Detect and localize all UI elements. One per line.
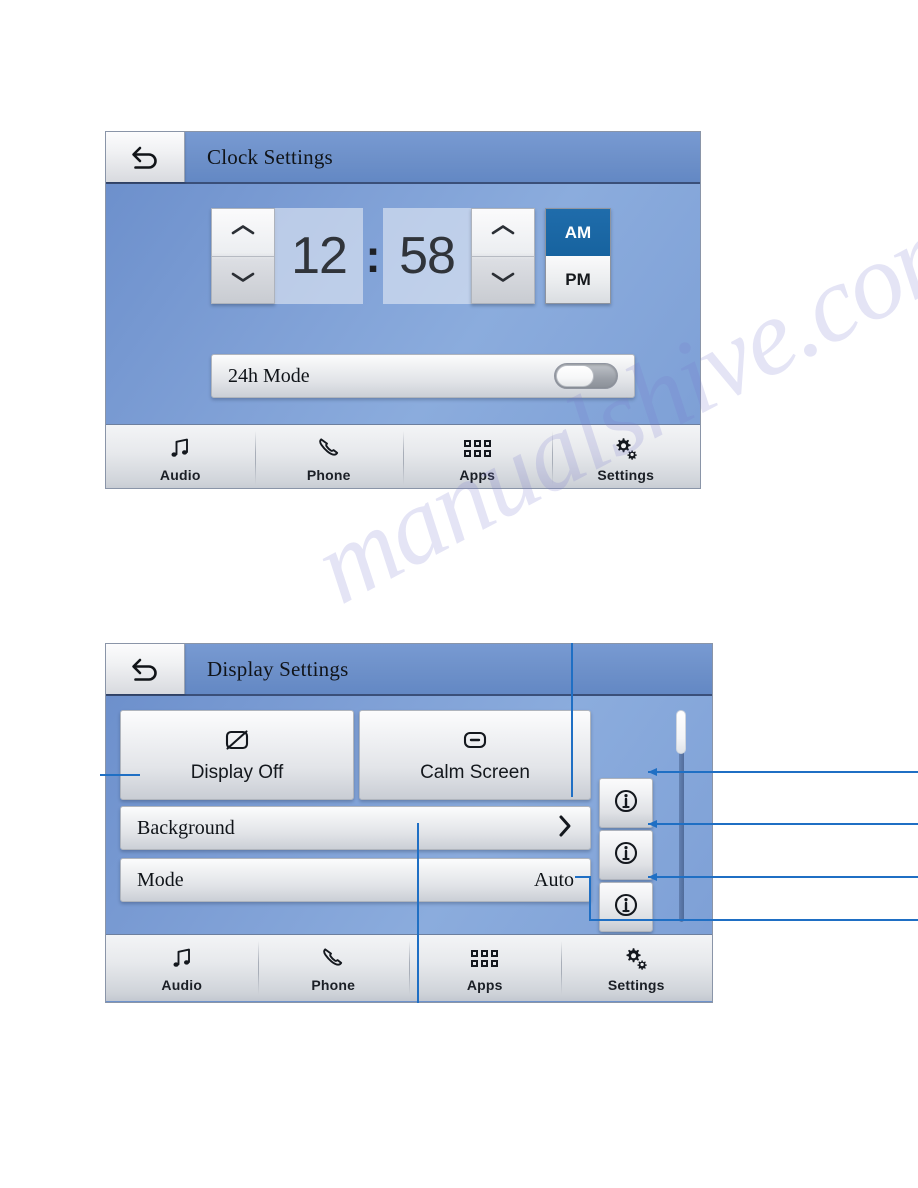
info-button-mode[interactable] [599,882,653,932]
nav-item-apps[interactable]: Apps [403,425,552,488]
back-button[interactable] [106,644,185,694]
am-pm-selector[interactable]: AM PM [545,208,611,304]
row-background-label: Background [137,816,235,839]
apps-grid-icon [471,944,499,974]
row-24h-mode-label: 24h Mode [228,364,310,387]
clock-settings-screenshot: Clock Settings 12 : 58 AM PM 24h Mode Au… [105,131,701,489]
music-note-icon [167,434,193,464]
nav-item-settings[interactable]: Settings [560,935,713,1001]
toggle-knob [556,365,594,387]
row-24h-mode[interactable]: 24h Mode [211,354,635,398]
gears-icon [622,944,650,974]
tile-display-off[interactable]: Display Off [120,710,354,800]
nav-item-phone[interactable]: Phone [257,935,410,1001]
nav-item-apps[interactable]: Apps [409,935,561,1001]
display-bottom-nav: Audio Phone Apps Settings [106,934,712,1001]
display-off-icon [222,727,252,758]
row-mode[interactable]: Mode Auto [120,858,591,902]
back-arrow-icon [128,143,162,171]
tile-calm-screen[interactable]: Calm Screen [359,710,591,800]
info-icon [613,788,639,819]
minute-stepper[interactable] [471,208,535,304]
chevron-up-icon [490,223,516,242]
24h-mode-toggle[interactable] [554,363,618,389]
hour-decrement-button[interactable] [212,255,274,304]
row-mode-value: Auto [534,868,574,891]
nav-item-settings[interactable]: Settings [551,425,701,488]
nav-label-phone: Phone [306,466,351,483]
row-background[interactable]: Background [120,806,591,850]
clock-bottom-nav: Audio Phone Apps Settings [106,424,701,488]
hour-value: 12 [275,208,363,304]
nav-label-settings: Settings [597,466,655,483]
phone-handset-icon [320,944,346,974]
chevron-up-icon [230,223,256,242]
nav-label-apps: Apps [459,466,496,483]
info-button-background[interactable] [599,830,653,880]
page-title: Display Settings [207,656,349,681]
clock-screen-body: 12 : 58 AM PM 24h Mode [106,184,700,424]
scrollbar-thumb[interactable] [676,710,686,754]
nav-label-phone: Phone [311,976,356,993]
minute-increment-button[interactable] [472,209,534,256]
tile-calm-screen-label: Calm Screen [420,761,530,783]
calm-screen-icon [460,727,490,758]
nav-label-audio: Audio [159,466,201,483]
vertical-scrollbar[interactable] [676,710,686,922]
info-icon [613,892,639,923]
nav-item-audio[interactable]: Audio [106,425,255,488]
pm-button[interactable]: PM [546,256,610,303]
tile-display-off-label: Display Off [190,761,284,783]
apps-grid-icon [463,434,491,464]
back-arrow-icon [128,655,162,683]
time-setter: 12 : 58 AM PM [211,208,611,304]
nav-item-audio[interactable]: Audio [106,935,258,1001]
nav-label-audio: Audio [161,976,203,993]
clock-titlebar: Clock Settings [106,132,700,184]
back-button[interactable] [106,132,185,182]
minute-decrement-button[interactable] [472,255,534,304]
am-button[interactable]: AM [546,209,610,256]
music-note-icon [169,944,195,974]
chevron-right-icon [556,813,574,844]
nav-label-settings: Settings [607,976,665,993]
page-title: Clock Settings [207,144,333,169]
hour-increment-button[interactable] [212,209,274,256]
minute-value: 58 [383,208,471,304]
hour-stepper[interactable] [211,208,275,304]
nav-label-apps: Apps [466,976,503,993]
display-settings-screenshot: Display Settings Display Off Calm Screen [105,643,713,1003]
display-screen-body: Display Off Calm Screen Background Mode … [106,696,712,934]
nav-item-phone[interactable]: Phone [254,425,404,488]
chevron-down-icon [490,270,516,289]
info-button-display-off[interactable] [599,778,653,828]
info-icon [613,840,639,871]
gears-icon [612,434,640,464]
time-separator: : [365,230,381,282]
phone-handset-icon [316,434,342,464]
row-mode-label: Mode [137,868,184,891]
display-titlebar: Display Settings [106,644,712,696]
chevron-down-icon [230,270,256,289]
